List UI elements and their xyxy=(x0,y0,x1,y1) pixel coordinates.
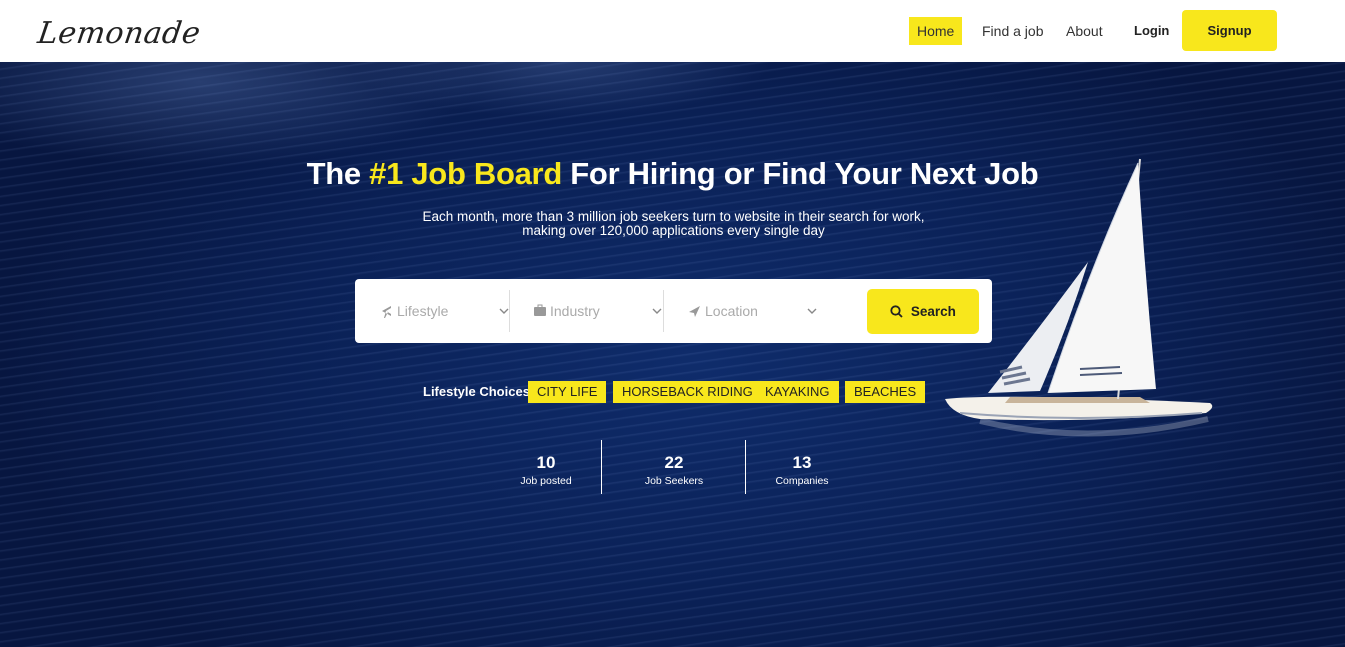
search-icon xyxy=(890,305,903,318)
stat-value: 10 xyxy=(536,453,556,472)
stat-label: Job Seekers xyxy=(644,475,704,487)
chip-beaches[interactable]: BEACHES xyxy=(845,381,926,403)
stat-job-seekers: 22 Job Seekers xyxy=(619,452,729,488)
briefcase-icon xyxy=(533,291,547,331)
search-panel: Lifestyle Industry Location Search xyxy=(355,279,992,343)
plane-icon xyxy=(380,291,394,331)
stat-label: Companies xyxy=(775,475,829,487)
login-link[interactable]: Login xyxy=(1126,17,1177,45)
chevron-down-icon xyxy=(806,291,818,331)
divider xyxy=(509,290,510,332)
stat-label: Job posted xyxy=(520,475,572,487)
industry-label: Industry xyxy=(550,303,600,319)
stat-divider xyxy=(745,440,746,494)
lifestyle-select[interactable]: Lifestyle xyxy=(380,291,510,331)
stat-divider xyxy=(601,440,602,494)
hero-title-highlight: #1 Job Board xyxy=(369,156,562,191)
search-button-label: Search xyxy=(910,304,956,319)
hero-subtitle: Each month, more than 3 million job seek… xyxy=(422,209,925,238)
lifestyle-choices-label: Lifestyle Choices: xyxy=(423,384,535,399)
industry-select[interactable]: Industry xyxy=(533,291,663,331)
nav-home[interactable]: Home xyxy=(909,17,963,45)
divider xyxy=(663,290,664,332)
stat-value: 22 xyxy=(664,453,684,472)
location-arrow-icon xyxy=(688,291,702,331)
location-select[interactable]: Location xyxy=(688,291,818,331)
chip-horseback-riding[interactable]: HORSEBACK RIDING xyxy=(613,381,762,403)
lifestyle-label: Lifestyle xyxy=(397,303,449,319)
nav-about[interactable]: About xyxy=(1058,17,1111,45)
logo-text: Lemonade xyxy=(35,16,203,51)
chip-kayaking[interactable]: KAYAKING xyxy=(756,381,839,403)
nav-find-a-job[interactable]: Find a job xyxy=(974,17,1051,45)
site-header: Lemonade Home Find a job About Login Sig… xyxy=(0,0,1345,62)
stat-companies: 13 Companies xyxy=(747,452,857,488)
logo[interactable]: Lemonade xyxy=(36,6,203,56)
stat-job-posted: 10 Job posted xyxy=(491,452,601,488)
hero-section: The #1 Job Board For Hiring or Find Your… xyxy=(0,62,1345,647)
location-label: Location xyxy=(705,303,758,319)
signup-button[interactable]: Signup xyxy=(1182,10,1277,51)
chevron-down-icon xyxy=(651,291,663,331)
chip-city-life[interactable]: CITY LIFE xyxy=(528,381,607,403)
hero-title-prefix: The xyxy=(306,156,370,191)
stat-value: 13 xyxy=(792,453,812,472)
hero-title: The #1 Job Board For Hiring or Find Your… xyxy=(0,156,1345,192)
hero-title-suffix: For Hiring or Find Your Next Job xyxy=(570,156,1039,191)
search-button[interactable]: Search xyxy=(867,289,979,334)
